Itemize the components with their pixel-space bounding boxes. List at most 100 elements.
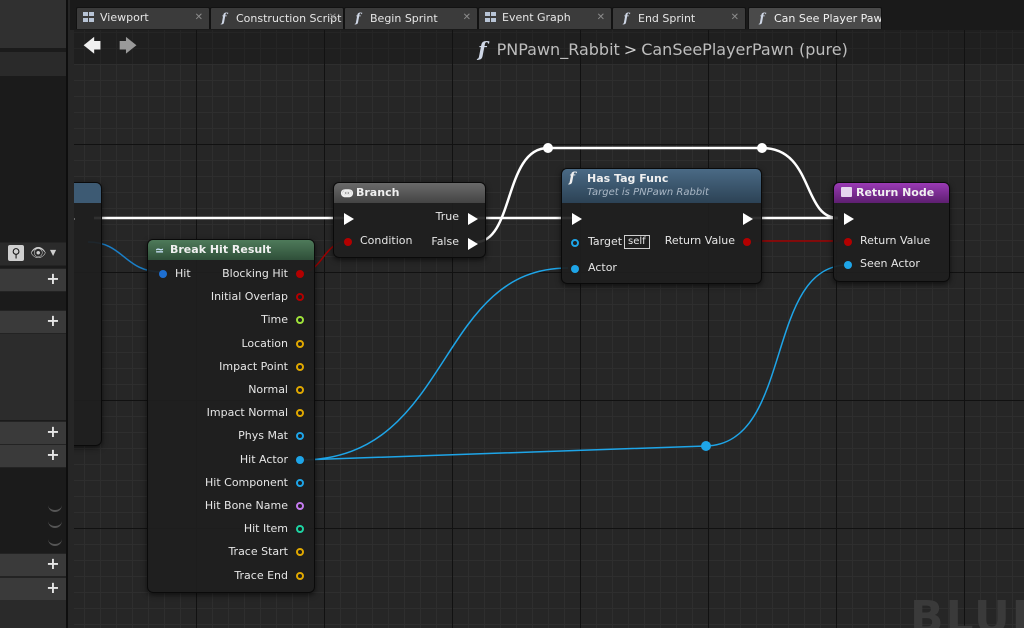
return-value-pin[interactable] — [743, 238, 751, 246]
target-pin[interactable] — [571, 239, 579, 247]
exec-out-pin[interactable] — [743, 213, 753, 225]
left-panel-section-1[interactable]: + — [0, 268, 66, 292]
tab-viewport[interactable]: Viewport ✕ — [76, 7, 210, 29]
actor-pin[interactable] — [571, 265, 579, 273]
close-icon[interactable]: ✕ — [597, 8, 605, 28]
add-icon[interactable]: + — [46, 313, 60, 329]
function-icon: f — [221, 11, 227, 25]
tab-end-sprint[interactable]: f End Sprint ✕ — [612, 7, 746, 29]
pin-label: Initial Overlap — [210, 290, 288, 304]
impact-point-pin[interactable] — [296, 362, 304, 371]
exec-in-pin[interactable] — [344, 213, 354, 225]
left-panel-section-6[interactable]: + — [0, 577, 66, 601]
exec-in-pin[interactable] — [572, 213, 582, 225]
eye-icon[interactable]: 👁 — [30, 246, 47, 261]
struct-icon: ≃ — [155, 244, 165, 257]
graph-header: 🡄 🡆 f PNPawn_Rabbit > CanSeePlayerPawn (pur… — [74, 30, 1024, 64]
seen-actor-pin[interactable] — [844, 261, 852, 269]
tab-label: Viewport — [100, 11, 149, 24]
add-icon[interactable]: + — [46, 580, 60, 596]
pin-label: Hit Bone Name — [204, 499, 288, 512]
hit-bone-name-pin[interactable] — [296, 502, 304, 510]
pin-label: Hit — [175, 267, 191, 280]
location-pin[interactable] — [296, 339, 304, 348]
exec-out-pin[interactable] — [74, 213, 75, 225]
object-wire — [299, 264, 849, 461]
search-icon[interactable]: ⚲ — [8, 245, 24, 261]
impact-normal-pin[interactable] — [296, 409, 304, 418]
hit-item-pin[interactable] — [296, 525, 304, 534]
forward-arrow-icon[interactable]: 🡆 — [118, 38, 138, 56]
has-tag-func-node[interactable]: f Has Tag Func Target is PNPawn Rabbit T… — [561, 168, 762, 284]
graph-canvas[interactable]: 🡄 🡆 f PNPawn_Rabbit > CanSeePlayerPawn (pur… — [74, 30, 1024, 628]
pin-label: True — [435, 210, 459, 223]
close-icon[interactable]: ✕ — [329, 8, 337, 28]
node-title: Break Hit Result — [170, 243, 272, 256]
function-icon: f — [355, 11, 361, 25]
condition-pin[interactable] — [344, 238, 352, 246]
tab-can-see-player-pawn[interactable]: f Can See Player Paw — [748, 7, 882, 29]
pin-label: Location — [241, 336, 288, 350]
node-header — [74, 183, 101, 203]
trace-start-pin[interactable] — [296, 548, 304, 557]
left-panel-top-block — [0, 0, 66, 48]
return-icon — [841, 187, 852, 197]
chevron-down-icon[interactable] — [48, 516, 62, 528]
chevron-down-icon[interactable] — [48, 500, 62, 512]
return-value-in-pin[interactable] — [844, 238, 852, 246]
node-header: ≃ Break Hit Result — [148, 240, 314, 260]
branch-node[interactable]: ↈ Branch Condition True False — [333, 182, 486, 258]
tab-construction-script[interactable]: f Construction Script ✕ — [210, 7, 344, 29]
true-exec-pin[interactable] — [468, 213, 478, 225]
left-panel-bottom — [0, 600, 66, 628]
function-icon: f — [478, 37, 487, 61]
tab-event-graph[interactable]: Event Graph ✕ — [478, 7, 612, 29]
add-icon[interactable]: + — [46, 556, 60, 572]
add-icon[interactable]: + — [46, 447, 60, 463]
chevron-down-icon[interactable]: ▼ — [50, 248, 56, 257]
close-icon[interactable]: ✕ — [731, 8, 739, 28]
node-header: Return Node — [834, 183, 949, 203]
breadcrumb-blueprint[interactable]: PNPawn_Rabbit — [497, 40, 620, 59]
left-panel-section-5[interactable]: + — [0, 553, 66, 577]
chevron-down-icon[interactable] — [48, 534, 62, 546]
pin-label: Return Value — [664, 234, 735, 247]
graph-watermark: BLUE — [910, 592, 1024, 628]
phys-mat-pin[interactable] — [296, 432, 304, 441]
function-icon: f — [569, 170, 576, 186]
node-title: Has Tag Func — [587, 172, 669, 185]
viewport-grid-icon — [83, 12, 94, 22]
tab-label: End Sprint — [638, 12, 696, 25]
hit-actor-pin[interactable] — [296, 455, 304, 464]
node-subtitle: Target is PNPawn Rabbit — [587, 187, 709, 198]
initial-overlap-pin[interactable] — [296, 293, 304, 302]
blocking-hit-pin[interactable] — [296, 270, 304, 278]
tab-label: Can See Player Paw — [774, 12, 882, 25]
break-hit-result-node[interactable]: ≃ Break Hit Result Hit Blocking Hit Initi… — [147, 239, 315, 593]
trace-end-pin[interactable] — [296, 571, 304, 580]
add-icon[interactable]: + — [46, 424, 60, 440]
reroute-knot — [543, 143, 553, 153]
left-panel-section-2[interactable]: + — [0, 310, 66, 334]
left-panel-search-row[interactable]: ⚲ 👁 ▼ — [0, 242, 66, 266]
tab-label: Begin Sprint — [370, 12, 438, 25]
return-node[interactable]: Return Node Return Value Seen Actor — [833, 182, 950, 282]
false-exec-pin[interactable] — [468, 238, 478, 250]
normal-pin[interactable] — [296, 386, 304, 394]
hit-component-pin[interactable] — [296, 478, 304, 487]
back-arrow-icon[interactable]: 🡄 — [82, 38, 102, 56]
pin-label: Impact Point — [219, 359, 288, 373]
hit-in-pin[interactable] — [159, 270, 167, 278]
left-panel-section-3[interactable]: + — [0, 421, 66, 445]
add-icon[interactable]: + — [46, 271, 60, 287]
node-header: ↈ Branch — [334, 183, 485, 203]
tab-begin-sprint[interactable]: f Begin Sprint ✕ — [344, 7, 478, 29]
pin-label: Hit Item — [243, 522, 288, 536]
exec-in-pin[interactable] — [844, 213, 854, 225]
time-pin[interactable] — [296, 316, 304, 325]
close-icon[interactable]: ✕ — [463, 8, 471, 28]
left-panel-section-4[interactable]: + — [0, 444, 66, 468]
function-entry-node[interactable] — [74, 182, 102, 446]
pin-label: Trace Start — [228, 545, 288, 559]
close-icon[interactable]: ✕ — [195, 8, 203, 28]
